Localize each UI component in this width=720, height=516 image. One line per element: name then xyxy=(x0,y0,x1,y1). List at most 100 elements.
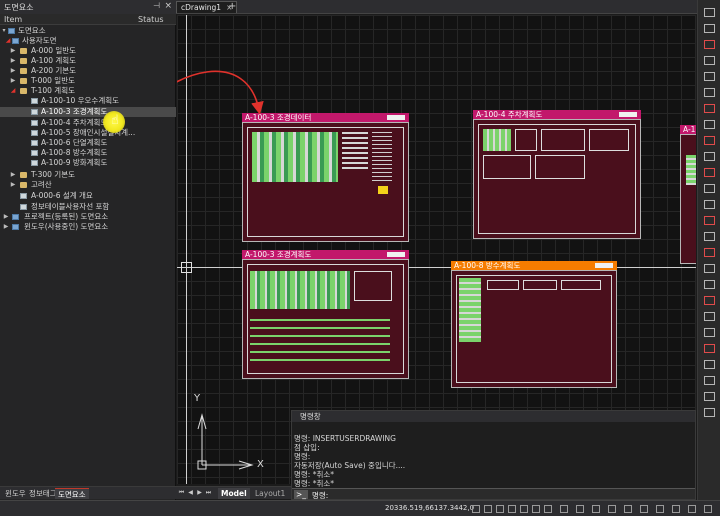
tree-item[interactable]: A-100-8 방수계획도 xyxy=(0,148,176,158)
tree-item[interactable]: ▶ T-300 기본도 xyxy=(0,170,176,180)
array-icon[interactable] xyxy=(704,360,715,369)
fillet-icon[interactable] xyxy=(704,344,715,353)
zoom-icon[interactable] xyxy=(704,8,715,17)
command-input[interactable]: >_ 명령: xyxy=(292,488,695,500)
status-bar: 20336.519,66137.3442,0 xyxy=(0,500,720,516)
scale-icon[interactable] xyxy=(704,264,715,273)
tree-item[interactable]: ▶ A-000 일반도 xyxy=(0,46,176,56)
tab-window[interactable]: 윈도우 xyxy=(2,488,29,499)
offset-icon[interactable] xyxy=(704,312,715,321)
isolate-icon[interactable] xyxy=(624,505,632,513)
layer-icon[interactable] xyxy=(704,56,715,65)
last-layout-button[interactable]: ⏭ xyxy=(205,489,212,497)
tree-item[interactable]: ▶ 고려산 xyxy=(0,180,176,190)
properties-icon[interactable] xyxy=(704,408,715,417)
expand-icon[interactable]: ▶ xyxy=(9,46,17,56)
grid-icon[interactable] xyxy=(704,72,715,81)
folder-icon xyxy=(20,78,27,84)
drawing-icon xyxy=(31,109,38,115)
annotation-icon[interactable] xyxy=(576,505,584,513)
expand-icon[interactable]: ▶ xyxy=(9,170,17,180)
model-space-icon[interactable] xyxy=(560,505,568,513)
layout-tab-bar: ⏮ ◀ ▶ ⏭ Model Layout1 xyxy=(176,486,291,499)
tree-item[interactable]: A-000-6 설계 개요 xyxy=(0,191,176,201)
ortho-toggle-icon[interactable] xyxy=(496,505,504,513)
expand-icon[interactable]: ▶ xyxy=(2,212,10,222)
otrack-toggle-icon[interactable] xyxy=(532,505,540,513)
drawing-icon xyxy=(31,120,38,126)
tree-item[interactable]: ▶ A-200 기본도 xyxy=(0,66,176,76)
coordinates-readout: 20336.519,66137.3442,0 xyxy=(385,504,475,512)
draw-icon[interactable] xyxy=(704,40,715,49)
tree-item[interactable]: A-100-6 단열계획도 xyxy=(0,138,176,148)
measure-icon[interactable] xyxy=(704,392,715,401)
tree-item[interactable]: ◢ 사용자도면 xyxy=(0,36,176,46)
tree-item[interactable]: ▶ A-100 계획도 xyxy=(0,56,176,66)
move-icon[interactable] xyxy=(704,216,715,225)
expand-icon[interactable]: ▶ xyxy=(2,222,10,232)
tree-item[interactable]: 정보테이블사용자선 포함 xyxy=(0,202,176,212)
osnap-toggle-icon[interactable] xyxy=(520,505,528,513)
pan-icon[interactable] xyxy=(704,24,715,33)
fullscreen-icon[interactable] xyxy=(704,505,712,513)
line-icon[interactable] xyxy=(704,104,715,113)
prev-layout-button[interactable]: ◀ xyxy=(187,489,194,497)
circle-icon[interactable] xyxy=(704,136,715,145)
rect-icon[interactable] xyxy=(704,120,715,129)
lock-icon[interactable] xyxy=(608,505,616,513)
hardware-icon[interactable] xyxy=(640,505,648,513)
folder-icon xyxy=(20,58,27,64)
collapse-icon[interactable]: ◢ xyxy=(9,86,17,96)
lweight-toggle-icon[interactable] xyxy=(544,505,552,513)
tree-item-label: A-100-3 조경계획도 xyxy=(41,107,108,116)
tree-item[interactable]: A-100-5 장애인시설설치계... xyxy=(0,128,176,138)
add-tab-button[interactable]: + xyxy=(228,1,236,13)
next-layout-button[interactable]: ▶ xyxy=(196,489,203,497)
snap-toggle-icon[interactable] xyxy=(472,505,480,513)
tree-item-label: 도면요소 xyxy=(18,26,46,35)
expand-icon[interactable]: ▶ xyxy=(9,180,17,190)
block-icon[interactable] xyxy=(704,200,715,209)
tree-item-selected[interactable]: A-100-3 조경계획도 xyxy=(0,107,176,117)
tree-item[interactable]: ◢ T-100 계획도 xyxy=(0,86,176,96)
tree-item[interactable]: A-100-9 방화계획도 xyxy=(0,158,176,168)
text-icon[interactable] xyxy=(704,152,715,161)
folder-icon xyxy=(20,48,27,54)
tree-item[interactable]: ▶ T-000 일반도 xyxy=(0,76,176,86)
tab-layout1[interactable]: Layout1 xyxy=(252,488,288,499)
tab-drawing-elements[interactable]: 도면요소 xyxy=(55,488,89,499)
grid-toggle-icon[interactable] xyxy=(484,505,492,513)
mirror-icon[interactable] xyxy=(704,328,715,337)
panel-close-button[interactable]: × xyxy=(164,1,172,11)
copy-icon[interactable] xyxy=(704,232,715,241)
extend-icon[interactable] xyxy=(704,296,715,305)
trim-icon[interactable] xyxy=(704,280,715,289)
snap-icon[interactable] xyxy=(704,88,715,97)
first-layout-button[interactable]: ⏮ xyxy=(178,489,185,497)
erase-icon[interactable] xyxy=(704,376,715,385)
hatch-icon[interactable] xyxy=(704,184,715,193)
workspace-icon[interactable] xyxy=(592,505,600,513)
tree-item[interactable]: ▾ 도면요소 xyxy=(0,26,176,36)
customize-icon[interactable] xyxy=(688,505,696,513)
expand-icon[interactable]: ▶ xyxy=(9,66,17,76)
tree-item[interactable]: A-100-10 우오수계획도 xyxy=(0,96,176,106)
pin-icon[interactable]: ⊣ xyxy=(153,1,160,10)
tree-item[interactable]: A-100-4 주차계획도 xyxy=(0,118,176,128)
column-item-header[interactable]: Item xyxy=(4,15,22,24)
drawing-icon xyxy=(31,150,38,156)
clean-screen-icon[interactable] xyxy=(656,505,664,513)
collapse-icon[interactable]: ◢ xyxy=(4,36,12,46)
tab-model[interactable]: Model xyxy=(218,488,250,499)
rotate-icon[interactable] xyxy=(704,248,715,257)
collapse-icon[interactable]: ▾ xyxy=(0,26,8,36)
dimension-icon[interactable] xyxy=(704,168,715,177)
polar-toggle-icon[interactable] xyxy=(508,505,516,513)
tree-item-label: A-100-9 방화계획도 xyxy=(41,158,108,167)
expand-icon[interactable]: ▶ xyxy=(9,56,17,66)
tree-item[interactable]: ▶ 윈도우(사용중인) 도면요소 xyxy=(0,222,176,232)
settings-icon[interactable] xyxy=(672,505,680,513)
tree-item[interactable]: ▶ 프로젝트(등록된) 도면요소 xyxy=(0,212,176,222)
expand-icon[interactable]: ▶ xyxy=(9,76,17,86)
column-status-header[interactable]: Status xyxy=(138,15,164,24)
